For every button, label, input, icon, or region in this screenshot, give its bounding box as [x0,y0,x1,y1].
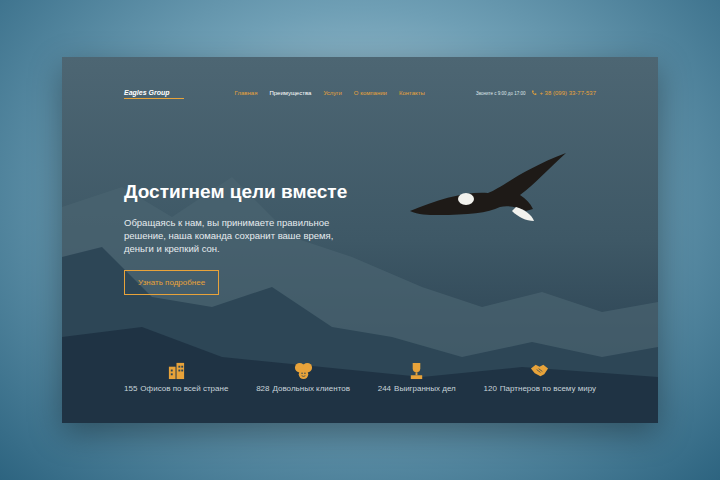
stat-item: 828Довольных клиентов [256,361,350,393]
hero-title: Достигнем цели вместе [124,181,347,204]
hero: Достигнем цели вместе Обращаясь к нам, вы… [62,99,658,295]
hours: Звоните с 9:00 до 17:00 [476,91,525,96]
stat-text: 244Выигранных дел [378,384,456,393]
stat-text: 155Офисов по всей стране [124,384,228,393]
nav: Главная Преимущества Услуги О компании Конта… [235,90,425,96]
stat-number: 120 [484,384,497,393]
phone[interactable]: + 38 (099) 33-77-537 [531,90,596,96]
nav-item[interactable]: Главная [235,90,258,96]
building-icon [167,361,186,380]
header: Eagles Group Главная Преимущества Услуги О к… [62,57,658,99]
phone-icon [531,90,537,96]
stat-item: 120Партнеров по всему миру [484,361,597,393]
nav-item[interactable]: Услуги [323,90,341,96]
logo[interactable]: Eagles Group [124,87,184,99]
hero-text: Обращаясь к нам, вы принимаете правильно… [124,216,334,255]
nav-item[interactable]: Контакты [399,90,425,96]
trophy-icon [407,361,426,380]
stat-item: 155Офисов по всей стране [124,361,228,393]
eagle-icon [408,149,568,229]
stat-text: 828Довольных клиентов [256,384,350,393]
contact: Звоните с 9:00 до 17:00 + 38 (099) 33-77… [476,90,596,96]
stat-label: Довольных клиентов [272,384,349,393]
stat-item: 244Выигранных дел [378,361,456,393]
handshake-icon [530,361,549,380]
nav-item[interactable]: Преимущества [269,90,311,96]
stat-text: 120Партнеров по всему миру [484,384,597,393]
stat-number: 155 [124,384,137,393]
stat-number: 244 [378,384,391,393]
nav-item[interactable]: О компании [354,90,387,96]
landing-page: Eagles Group Главная Преимущества Услуги О к… [62,57,658,423]
clients-icon [294,361,313,380]
stats: 155Офисов по всей стране 828Довольных кли… [62,361,658,423]
stat-label: Партнеров по всему миру [500,384,596,393]
backdrop: Eagles Group Главная Преимущества Услуги О к… [0,0,720,480]
stat-label: Выигранных дел [394,384,456,393]
stat-label: Офисов по всей стране [140,384,228,393]
more-button[interactable]: Узнать подробнее [124,270,219,295]
stat-number: 828 [256,384,269,393]
